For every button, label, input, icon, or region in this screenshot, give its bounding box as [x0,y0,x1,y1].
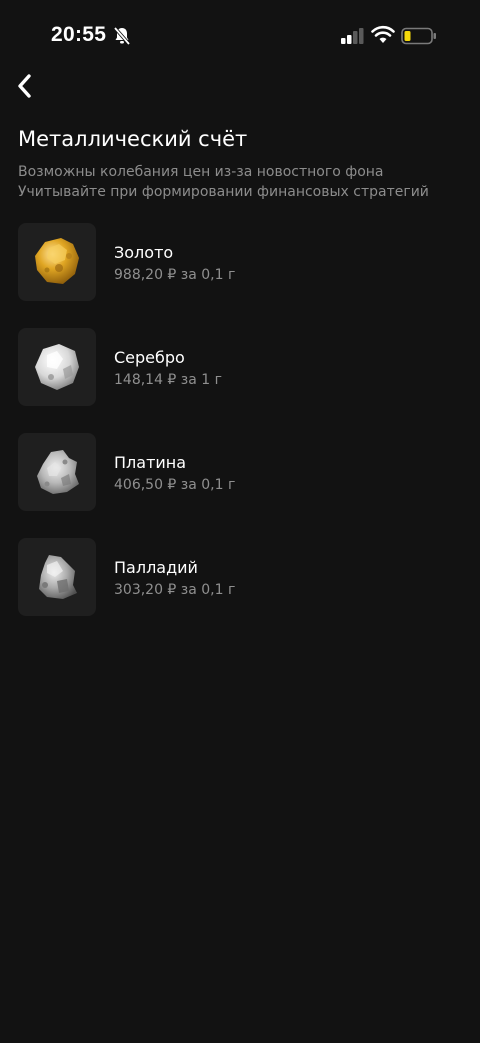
subtitle-line-2: Учитывайте при формировании финансовых с… [18,184,429,200]
page-title: Металлический счёт [18,127,248,151]
cellular-signal-icon [341,28,364,44]
metal-price: 406,50 ₽ за 0,1 г [114,477,236,493]
metal-price: 988,20 ₽ за 0,1 г [114,267,236,283]
metal-item-silver[interactable]: Серебро 148,14 ₽ за 1 г [18,328,462,407]
subtitle-line-1: Возможны колебания цен из-за новостного … [18,164,384,180]
metal-thumbnail [18,433,96,511]
metal-thumbnail [18,538,96,616]
status-bar: 20:55 [0,0,480,72]
metal-name: Серебро [114,348,185,367]
battery-low-icon [401,27,436,45]
metal-item-platinum[interactable]: Платина 406,50 ₽ за 0,1 г [18,433,462,512]
silver-nugget-icon [35,344,79,390]
gold-nugget-icon [35,238,79,284]
status-time: 20:55 [51,23,107,46]
metal-price: 303,20 ₽ за 0,1 г [114,582,236,598]
metal-name: Золото [114,243,174,262]
metal-item-palladium[interactable]: Палладий 303,20 ₽ за 0,1 г [18,538,462,617]
palladium-nugget-icon [39,555,77,599]
metal-price: 148,14 ₽ за 1 г [114,372,222,388]
metal-thumbnail [18,328,96,406]
chevron-left-icon [18,74,31,98]
metal-thumbnail [18,223,96,301]
wifi-icon [371,25,395,43]
bell-slash-icon [113,26,131,46]
platinum-nugget-icon [37,450,79,494]
metal-name: Палладий [114,558,198,577]
metal-list: Золото 988,20 ₽ за 0,1 г Серебро 148,14 … [18,223,462,643]
back-button[interactable] [10,70,40,102]
metal-name: Платина [114,453,187,472]
metal-item-gold[interactable]: Золото 988,20 ₽ за 0,1 г [18,223,462,302]
